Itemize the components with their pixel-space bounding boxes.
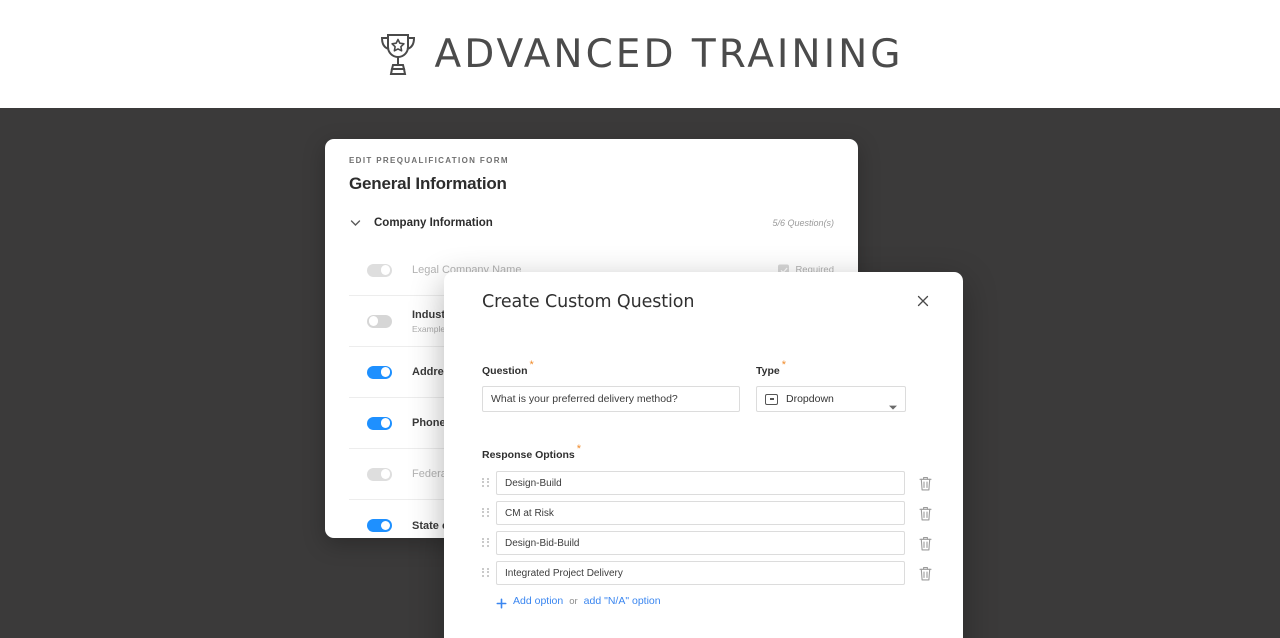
modal-header: Create Custom Question <box>444 272 963 312</box>
dropdown-type-icon <box>765 393 778 405</box>
chevron-down-icon <box>889 397 897 410</box>
question-field-label: Question <box>482 365 528 377</box>
required-asterisk-icon: * <box>529 358 534 371</box>
question-toggle[interactable] <box>367 519 392 532</box>
response-options-group: Response Options* Design-Build CM at Ris… <box>482 442 933 608</box>
response-option-input[interactable] <box>496 531 905 555</box>
type-field-group: Type* Dropdown <box>756 358 906 412</box>
close-icon[interactable] <box>915 293 931 309</box>
question-field-label-wrap: Question* <box>482 358 740 379</box>
section-title: Company Information <box>374 216 493 229</box>
response-option-input[interactable] <box>496 471 905 495</box>
question-count: 5/6 Question(s) <box>772 217 834 228</box>
question-toggle[interactable] <box>367 314 392 328</box>
breadcrumb: EDIT PREQUALIFICATION FORM <box>349 156 509 165</box>
response-option-row <box>482 561 933 585</box>
chevron-down-icon[interactable] <box>349 216 362 229</box>
question-toggle[interactable] <box>367 416 392 430</box>
add-na-option-link[interactable]: add "N/A" option <box>584 595 661 607</box>
question-label: Phone <box>412 417 446 429</box>
type-select[interactable]: Dropdown <box>756 386 906 412</box>
page-banner: ADVANCED TRAINING <box>0 0 1280 108</box>
trash-icon[interactable] <box>918 475 933 492</box>
type-field-label-wrap: Type* <box>756 358 906 379</box>
required-asterisk-icon: * <box>576 442 582 455</box>
section-header[interactable]: Company Information 5/6 Question(s) <box>349 216 834 229</box>
modal-body: Question* Type* Dropdown <box>444 358 963 608</box>
question-field-group: Question* <box>482 358 740 412</box>
drag-handle-icon[interactable] <box>482 507 489 519</box>
trash-icon[interactable] <box>918 505 933 522</box>
question-toggle[interactable] <box>367 365 392 379</box>
trash-icon[interactable] <box>918 535 933 552</box>
dark-stage: EDIT PREQUALIFICATION FORM General Infor… <box>0 108 1280 638</box>
question-input[interactable] <box>482 386 740 412</box>
field-row: Question* Type* Dropdown <box>482 358 933 412</box>
modal-title: Create Custom Question <box>482 292 695 312</box>
response-option-input[interactable] <box>496 561 905 585</box>
response-option-input[interactable] <box>496 501 905 525</box>
question-toggle[interactable] <box>367 467 392 481</box>
response-option-row <box>482 531 933 555</box>
page-title: General Information <box>349 174 507 193</box>
type-select-value: Dropdown <box>786 393 834 405</box>
response-option-row <box>482 471 933 495</box>
drag-handle-icon[interactable] <box>482 567 489 579</box>
banner-title: ADVANCED TRAINING <box>434 31 904 77</box>
required-asterisk-icon: * <box>781 358 787 371</box>
or-separator: or <box>569 595 578 607</box>
response-option-rows <box>482 471 933 585</box>
drag-handle-icon[interactable] <box>482 477 489 489</box>
drag-handle-icon[interactable] <box>482 537 489 549</box>
trash-icon[interactable] <box>918 565 933 582</box>
question-toggle[interactable] <box>367 263 392 277</box>
plus-icon[interactable] <box>496 596 507 608</box>
add-option-row: Add option or add "N/A" option <box>496 595 933 608</box>
create-custom-question-modal: Create Custom Question Question* Type* <box>444 272 963 638</box>
trophy-icon <box>377 30 419 78</box>
add-option-link[interactable]: Add option <box>513 595 563 607</box>
type-field-label: Type <box>756 365 780 377</box>
response-options-label: Response Options <box>482 449 575 461</box>
response-option-row <box>482 501 933 525</box>
response-options-label-wrap: Response Options* <box>482 442 933 463</box>
